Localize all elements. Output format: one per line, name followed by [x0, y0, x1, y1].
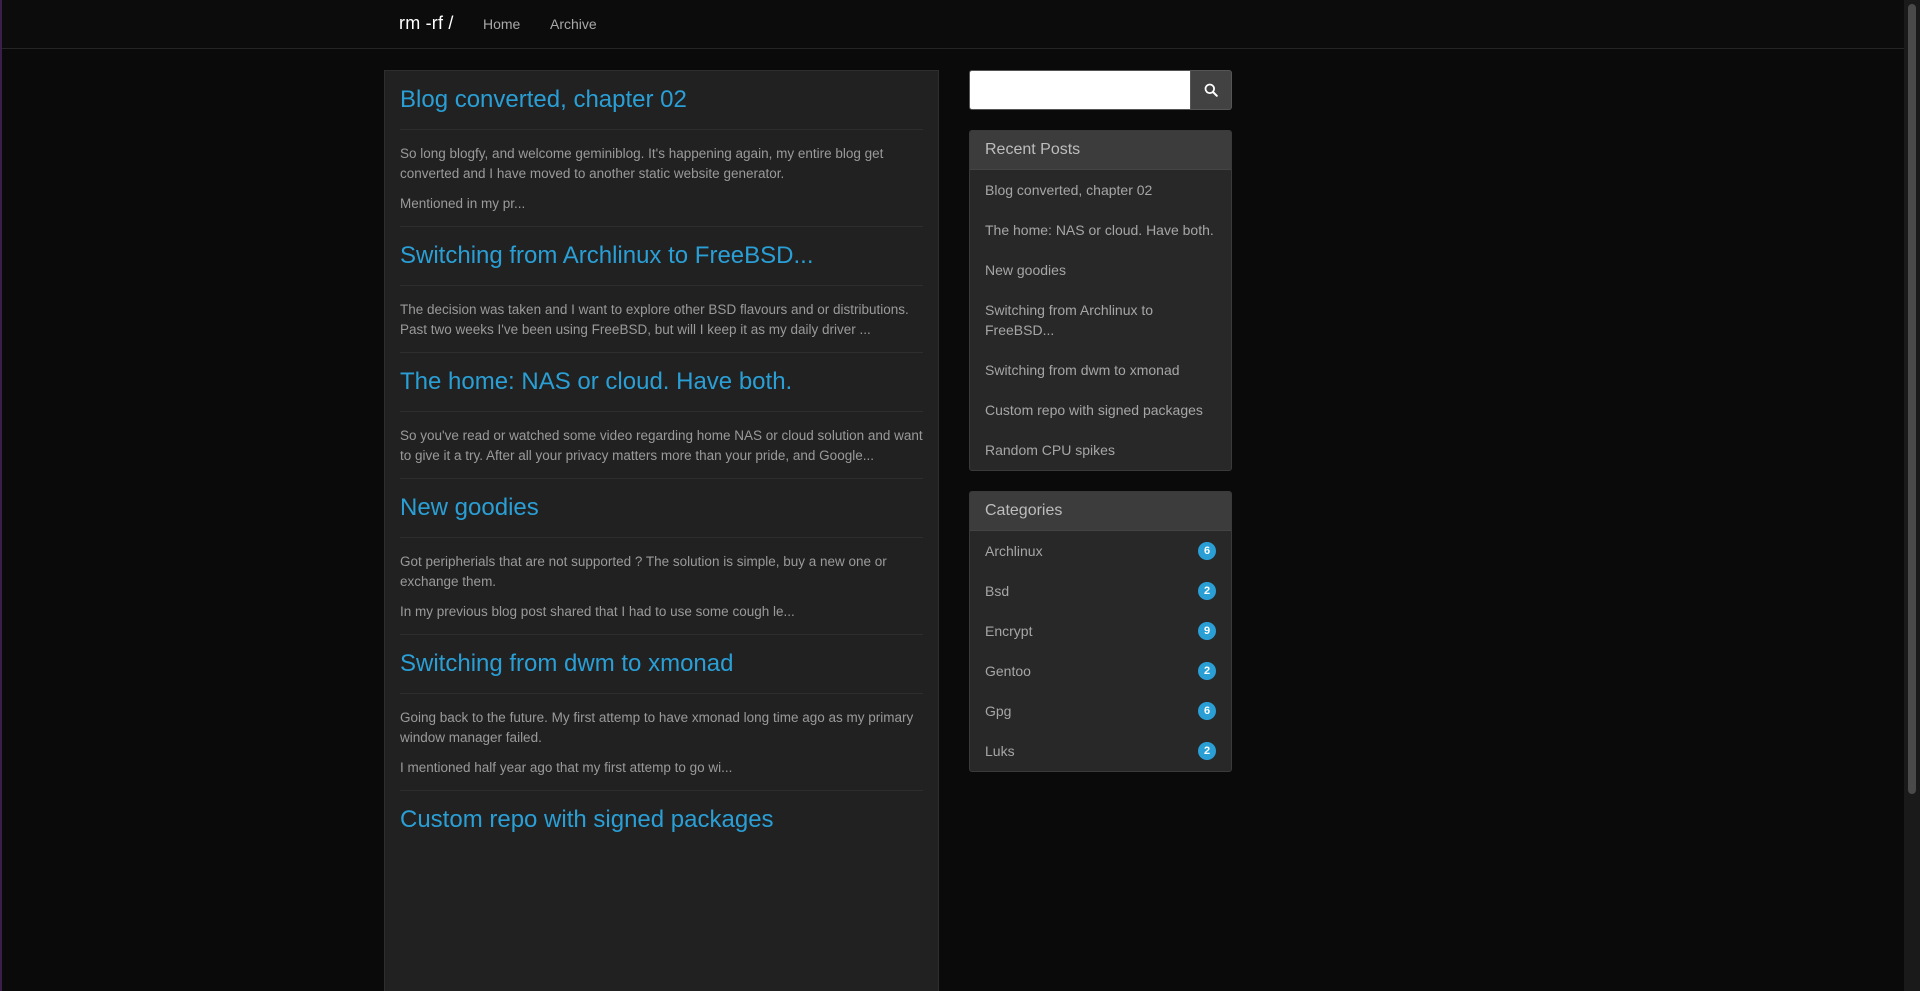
- panel-heading: Recent Posts: [970, 131, 1231, 170]
- recent-post-link[interactable]: Custom repo with signed packages: [970, 390, 1231, 430]
- category-count-badge: 6: [1198, 702, 1216, 720]
- recent-post-link[interactable]: Blog converted, chapter 02: [970, 170, 1231, 210]
- categories-panel: Categories Archlinux 6 Bsd 2 Encrypt 9 G…: [969, 491, 1232, 772]
- category-item[interactable]: Bsd 2: [970, 571, 1231, 611]
- category-label: Luks: [985, 743, 1015, 759]
- post-excerpt: So you've read or watched some video reg…: [400, 412, 923, 478]
- post-item: The home: NAS or cloud. Have both. So yo…: [400, 353, 923, 479]
- post-paragraph: Mentioned in my pr...: [400, 196, 526, 211]
- post-paragraph: I mentioned half year ago that my first …: [400, 760, 733, 775]
- post-paragraph: The decision was taken and I want to exp…: [400, 302, 909, 337]
- brand-logo[interactable]: rm -rf /: [399, 13, 454, 34]
- recent-post-link[interactable]: New goodies: [970, 250, 1231, 290]
- category-label: Archlinux: [985, 543, 1043, 559]
- category-item[interactable]: Luks 2: [970, 731, 1231, 771]
- recent-post-link[interactable]: Random CPU spikes: [970, 430, 1231, 470]
- search-icon: [1204, 83, 1218, 97]
- post-item: New goodies Got peripherials that are no…: [400, 479, 923, 635]
- scrollbar-thumb[interactable]: [1908, 4, 1916, 794]
- category-item[interactable]: Gentoo 2: [970, 651, 1231, 691]
- category-label: Encrypt: [985, 623, 1033, 639]
- category-label: Bsd: [985, 583, 1010, 599]
- post-paragraph: So you've read or watched some video reg…: [400, 428, 923, 463]
- category-label: Gpg: [985, 703, 1012, 719]
- recent-posts-panel: Recent Posts Blog converted, chapter 02 …: [969, 130, 1232, 471]
- panel-heading: Categories: [970, 492, 1231, 531]
- post-excerpt: The decision was taken and I want to exp…: [400, 286, 923, 352]
- category-count-badge: 9: [1198, 622, 1216, 640]
- recent-post-link[interactable]: Switching from Archlinux to FreeBSD...: [970, 290, 1231, 350]
- post-excerpt: Going back to the future. My first attem…: [400, 694, 923, 790]
- page-frame: rm -rf / Home Archive Blog converted, ch…: [0, 0, 1904, 991]
- post-excerpt: So long blogfy, and welcome geminiblog. …: [400, 130, 923, 226]
- search-input[interactable]: [969, 70, 1191, 110]
- page-scrollbar[interactable]: [1904, 0, 1920, 991]
- search-button[interactable]: [1191, 70, 1232, 110]
- nav-link-home[interactable]: Home: [483, 16, 520, 32]
- post-list: Blog converted, chapter 02 So long blogf…: [384, 70, 939, 991]
- post-title-link[interactable]: Blog converted, chapter 02: [400, 71, 923, 130]
- category-count-badge: 2: [1198, 582, 1216, 600]
- category-count-badge: 2: [1198, 742, 1216, 760]
- post-item: Blog converted, chapter 02 So long blogf…: [400, 71, 923, 227]
- post-paragraph: So long blogfy, and welcome geminiblog. …: [400, 146, 884, 181]
- recent-post-link[interactable]: The home: NAS or cloud. Have both.: [970, 210, 1231, 250]
- category-label: Gentoo: [985, 663, 1031, 679]
- category-item[interactable]: Archlinux 6: [970, 531, 1231, 571]
- recent-post-link[interactable]: Switching from dwm to xmonad: [970, 350, 1231, 390]
- post-title-link[interactable]: Switching from Archlinux to FreeBSD...: [400, 227, 923, 286]
- post-title-link[interactable]: Switching from dwm to xmonad: [400, 635, 923, 694]
- sidebar: Recent Posts Blog converted, chapter 02 …: [969, 70, 1232, 772]
- post-title-link[interactable]: Custom repo with signed packages: [400, 791, 923, 849]
- navbar: rm -rf / Home Archive: [2, 0, 1904, 49]
- category-count-badge: 6: [1198, 542, 1216, 560]
- post-title-link[interactable]: The home: NAS or cloud. Have both.: [400, 353, 923, 412]
- post-excerpt: Got peripherials that are not supported …: [400, 538, 923, 634]
- nav-link-archive[interactable]: Archive: [550, 16, 597, 32]
- category-item[interactable]: Gpg 6: [970, 691, 1231, 731]
- post-paragraph: Going back to the future. My first attem…: [400, 710, 914, 745]
- category-item[interactable]: Encrypt 9: [970, 611, 1231, 651]
- post-item: Switching from Archlinux to FreeBSD... T…: [400, 227, 923, 353]
- category-count-badge: 2: [1198, 662, 1216, 680]
- post-paragraph: Got peripherials that are not supported …: [400, 554, 887, 589]
- post-paragraph: In my previous blog post shared that I h…: [400, 604, 795, 619]
- post-item: Switching from dwm to xmonad Going back …: [400, 635, 923, 791]
- post-item: Custom repo with signed packages: [400, 791, 923, 849]
- search-form: [969, 70, 1232, 110]
- post-title-link[interactable]: New goodies: [400, 479, 923, 538]
